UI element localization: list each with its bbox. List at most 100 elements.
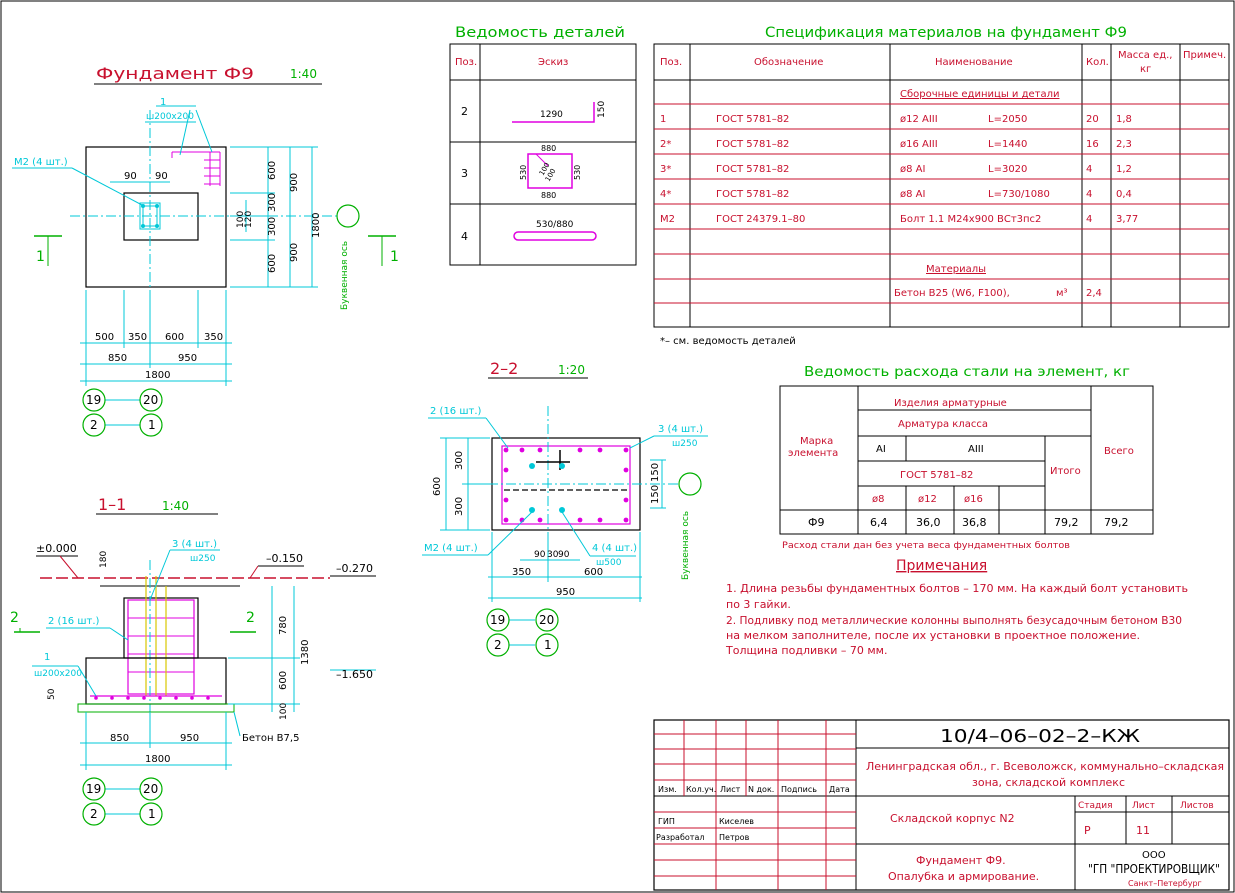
svg-text:4 (4 шт.): 4 (4 шт.) — [592, 543, 637, 554]
svg-text:1: 1 — [44, 652, 50, 663]
svg-text:1: 1 — [36, 249, 45, 265]
svg-text:19: 19 — [490, 613, 505, 627]
svg-text:L=2050: L=2050 — [988, 114, 1027, 125]
svg-text:2,4: 2,4 — [1086, 288, 1102, 299]
title-block: Изм. Кол.уч. Лист N док. Подпись Дата ГИ… — [653, 719, 1230, 891]
svg-text:Расход стали дан без учета вес: Расход стали дан без учета веса фундамен… — [782, 541, 1070, 551]
svg-text:N док.: N док. — [748, 785, 774, 794]
svg-text:М2: М2 — [660, 214, 675, 225]
svg-text:Фундамент Ф9.: Фундамент Ф9. — [916, 854, 1006, 867]
svg-text:Бетон В7,5: Бетон В7,5 — [242, 733, 299, 744]
svg-text:L=3020: L=3020 — [988, 164, 1027, 175]
svg-text:ГОСТ 5781–82: ГОСТ 5781–82 — [716, 139, 789, 150]
svg-text:4: 4 — [461, 230, 468, 243]
svg-text:ООО: ООО — [1142, 850, 1166, 861]
svg-text:Итого: Итого — [1050, 466, 1081, 477]
svg-text:1: 1 — [544, 638, 552, 652]
svg-text:ГОСТ 5781–82: ГОСТ 5781–82 — [716, 164, 789, 175]
svg-text:900: 900 — [289, 173, 300, 192]
svg-text:Поз.: Поз. — [455, 57, 477, 68]
svg-text:2 (16 шт.): 2 (16 шт.) — [430, 406, 482, 417]
svg-text:36,0: 36,0 — [916, 516, 941, 529]
svg-text:4: 4 — [1086, 214, 1092, 225]
svg-text:19: 19 — [86, 393, 101, 407]
svg-text:Кол.уч.: Кол.уч. — [686, 785, 716, 794]
svg-text:2: 2 — [494, 638, 502, 652]
svg-text:Опалубка и армирование.: Опалубка и армирование. — [888, 870, 1039, 883]
svg-text:16: 16 — [1086, 139, 1099, 150]
svg-text:Петров: Петров — [719, 833, 750, 842]
section-2-2: 2–2 1:20 Буквенная ось 2 (16 шт.) 3 (4 ш… — [422, 359, 708, 657]
svg-text:2: 2 — [10, 610, 19, 626]
details-title: Ведомость деталей — [455, 25, 625, 41]
svg-text:Ленинградская обл., г. Всеволо: Ленинградская обл., г. Всеволожск, комму… — [866, 760, 1224, 773]
svg-text:2*: 2* — [660, 139, 671, 150]
svg-text:Кол.: Кол. — [1086, 57, 1109, 68]
svg-text:ГОСТ 5781–82: ГОСТ 5781–82 — [716, 114, 789, 125]
svg-text:М2 (4 шт.): М2 (4 шт.) — [424, 543, 478, 554]
spec-title: Спецификация материалов на фундамент Ф9 — [765, 25, 1127, 41]
svg-text:Разработал: Разработал — [656, 833, 704, 842]
svg-text:Болт 1.1 М24х900 ВСт3пс2: Болт 1.1 М24х900 ВСт3пс2 — [900, 214, 1041, 225]
svg-text:79,2: 79,2 — [1054, 516, 1079, 529]
svg-text:0,4: 0,4 — [1116, 189, 1132, 200]
sec11-title: 1–1 — [98, 495, 126, 514]
svg-text:ГОСТ 5781–82: ГОСТ 5781–82 — [900, 470, 973, 481]
svg-text:1: 1 — [390, 249, 399, 265]
svg-text:Арматура класса: Арматура класса — [898, 419, 988, 430]
svg-text:Эскиз: Эскиз — [538, 57, 568, 68]
svg-text:300: 300 — [267, 193, 278, 212]
svg-text:600: 600 — [432, 477, 443, 496]
svg-text:20: 20 — [539, 613, 554, 627]
svg-text:20: 20 — [143, 782, 158, 796]
svg-text:30: 30 — [547, 550, 559, 560]
svg-text:Ф9: Ф9 — [808, 516, 824, 529]
svg-text:Р: Р — [1084, 824, 1091, 837]
svg-text:2. Подливку под металлические: 2. Подливку под металлические колонны вы… — [726, 614, 1182, 627]
svg-text:L=1440: L=1440 — [988, 139, 1027, 150]
svg-text:Толщина подливки – 70 мм.: Толщина подливки – 70 мм. — [725, 644, 887, 657]
svg-text:950: 950 — [180, 733, 199, 744]
svg-text:1800: 1800 — [145, 754, 170, 765]
svg-text:90: 90 — [124, 171, 137, 182]
svg-text:1: 1 — [148, 418, 156, 432]
svg-text:Изм.: Изм. — [658, 785, 677, 794]
svg-text:4: 4 — [1086, 189, 1092, 200]
svg-text:по 3 гайки.: по 3 гайки. — [726, 598, 791, 611]
svg-text:Санкт–Петербург: Санкт–Петербург — [1128, 879, 1202, 888]
svg-text:2 (16 шт.): 2 (16 шт.) — [48, 616, 100, 627]
svg-text:350: 350 — [512, 567, 531, 578]
svg-text:L=730/1080: L=730/1080 — [988, 189, 1050, 200]
svg-text:Примеч.: Примеч. — [1183, 50, 1226, 61]
svg-text:элемента: элемента — [788, 448, 838, 459]
svg-text:кг: кг — [1140, 64, 1151, 75]
svg-text:36,8: 36,8 — [962, 516, 987, 529]
svg-text:950: 950 — [178, 353, 197, 364]
svg-text:300: 300 — [454, 497, 465, 516]
svg-text:1:40: 1:40 — [162, 499, 189, 513]
svg-text:±0.000: ±0.000 — [36, 542, 77, 555]
svg-text:11: 11 — [1136, 824, 1150, 837]
svg-text:90: 90 — [534, 550, 546, 560]
svg-text:950: 950 — [556, 587, 575, 598]
svg-text:1290: 1290 — [540, 110, 563, 120]
svg-text:150: 150 — [650, 485, 661, 504]
svg-text:ø8 AI: ø8 AI — [900, 164, 925, 175]
svg-text:Всего: Всего — [1104, 446, 1134, 457]
svg-text:Поз.: Поз. — [660, 57, 682, 68]
svg-text:4*: 4* — [660, 189, 671, 200]
svg-text:19: 19 — [86, 782, 101, 796]
svg-text:530: 530 — [519, 165, 528, 180]
svg-text:ГИП: ГИП — [658, 817, 675, 826]
svg-text:на мелком заполнителе, после и: на мелком заполнителе, после их установк… — [726, 629, 1140, 642]
svg-text:Складской корпус N2: Складской корпус N2 — [890, 812, 1015, 825]
svg-text:ø8 AI: ø8 AI — [900, 189, 925, 200]
notes-title: Примечания — [896, 558, 987, 574]
svg-text:90: 90 — [155, 171, 168, 182]
stamp-code: 10/4–06–02–2–КЖ — [940, 726, 1141, 747]
svg-text:530/880: 530/880 — [536, 220, 574, 230]
svg-text:600: 600 — [267, 254, 278, 273]
svg-text:530: 530 — [573, 165, 582, 180]
svg-text:*– см. ведомость деталей: *– см. ведомость деталей — [660, 336, 796, 347]
svg-text:Обозначение: Обозначение — [754, 57, 823, 68]
